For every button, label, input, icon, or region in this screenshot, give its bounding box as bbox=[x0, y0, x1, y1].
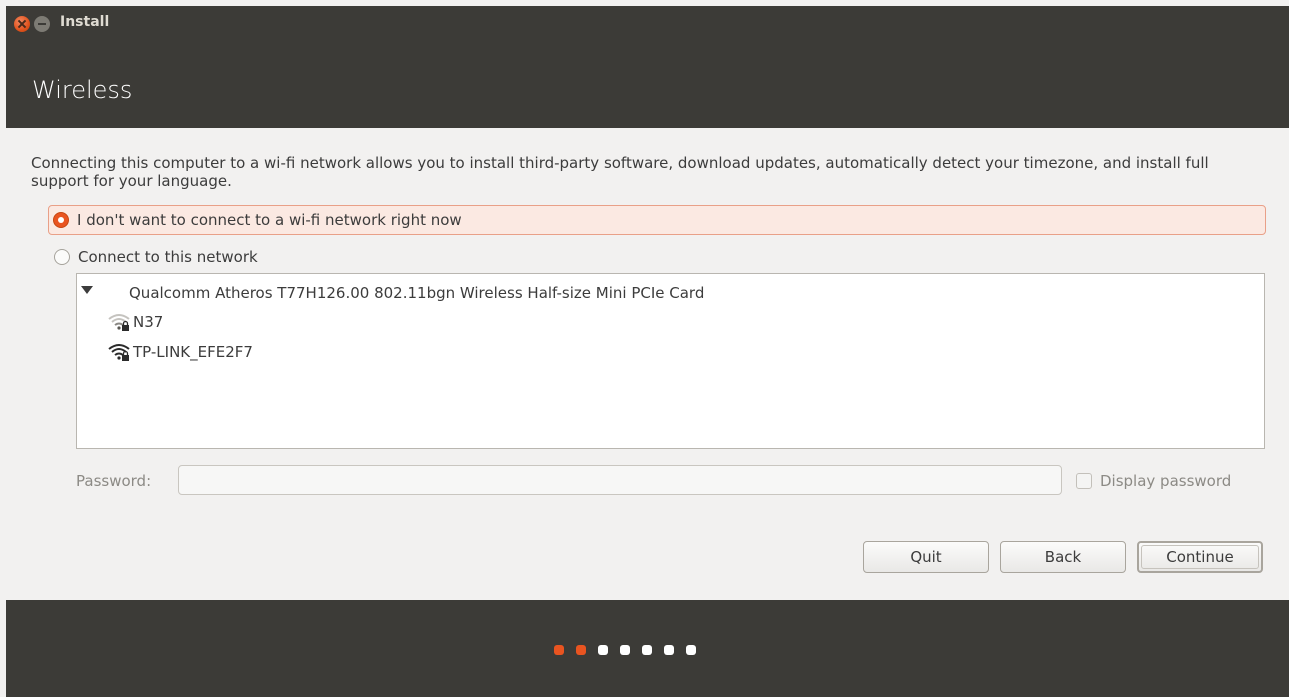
radio-no-connect[interactable] bbox=[53, 212, 69, 228]
display-password-label: Display password bbox=[1100, 472, 1232, 490]
quit-button-label: Quit bbox=[910, 548, 942, 566]
wifi-weak-locked-icon bbox=[108, 314, 130, 331]
title-bar: Install bbox=[6, 6, 1289, 40]
description-text: Connecting this computer to a wi-fi netw… bbox=[31, 154, 1209, 190]
adapter-row[interactable]: Qualcomm Atheros T77H126.00 802.11bgn Wi… bbox=[129, 284, 704, 302]
network-ssid: TP-LINK_EFE2F7 bbox=[133, 343, 253, 361]
radio-connect[interactable] bbox=[54, 249, 70, 265]
network-row-n37[interactable]: N37 bbox=[107, 312, 163, 332]
progress-dot bbox=[664, 645, 674, 655]
progress-dot bbox=[598, 645, 608, 655]
window-title: Install bbox=[60, 14, 110, 30]
close-icon[interactable] bbox=[14, 16, 30, 32]
minimize-icon[interactable] bbox=[34, 16, 50, 32]
network-row-tp-link[interactable]: TP-LINK_EFE2F7 bbox=[107, 342, 253, 362]
continue-button[interactable]: Continue bbox=[1137, 541, 1263, 573]
option-connect-label: Connect to this network bbox=[78, 248, 258, 266]
progress-dot bbox=[642, 645, 652, 655]
network-list[interactable]: Qualcomm Atheros T77H126.00 802.11bgn Wi… bbox=[76, 273, 1265, 449]
expander-icon[interactable] bbox=[81, 286, 93, 294]
progress-dot bbox=[554, 645, 564, 655]
password-field[interactable] bbox=[178, 465, 1062, 495]
page-header: Wireless bbox=[6, 40, 1289, 128]
back-button-label: Back bbox=[1044, 548, 1082, 566]
network-ssid: N37 bbox=[133, 313, 164, 331]
page-title: Wireless bbox=[32, 76, 133, 104]
progress-dot bbox=[620, 645, 630, 655]
focus-ring bbox=[1141, 545, 1259, 569]
back-button[interactable]: Back bbox=[1000, 541, 1126, 573]
progress-footer bbox=[6, 600, 1289, 697]
progress-dot bbox=[686, 645, 696, 655]
wifi-strong-locked-icon bbox=[108, 344, 130, 361]
quit-button[interactable]: Quit bbox=[863, 541, 989, 573]
progress-dot bbox=[576, 645, 586, 655]
installer-window: Install Wireless Connecting this compute… bbox=[6, 6, 1289, 697]
option-connect[interactable]: Connect to this network bbox=[48, 243, 648, 271]
progress-dots bbox=[554, 645, 696, 655]
option-no-connect[interactable]: I don't want to connect to a wi-fi netwo… bbox=[48, 205, 1266, 235]
display-password-checkbox[interactable] bbox=[1076, 473, 1092, 489]
password-label: Password: bbox=[76, 472, 152, 490]
option-no-connect-label: I don't want to connect to a wi-fi netwo… bbox=[77, 211, 462, 229]
